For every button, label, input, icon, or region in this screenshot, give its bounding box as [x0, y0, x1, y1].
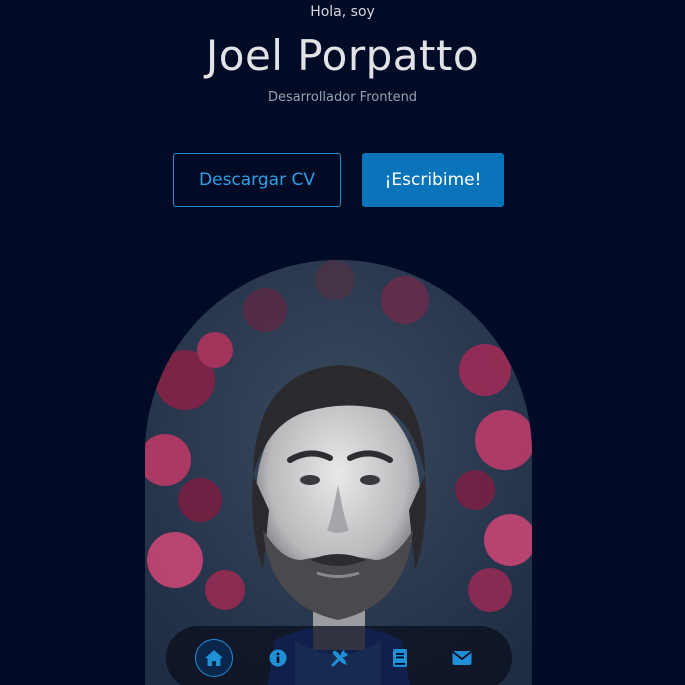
nav-about[interactable] — [259, 639, 297, 677]
home-icon — [204, 649, 224, 667]
book-icon — [392, 648, 408, 668]
tools-icon — [330, 648, 350, 668]
nav-home[interactable] — [195, 639, 233, 677]
nav-skills[interactable] — [321, 639, 359, 677]
nav-portfolio[interactable] — [381, 639, 419, 677]
greeting-text: Hola, soy — [310, 4, 375, 20]
download-cv-button[interactable]: Descargar CV — [173, 153, 341, 207]
contact-button[interactable]: ¡Escribime! — [362, 153, 504, 207]
info-icon — [269, 649, 287, 667]
hero-name: Joel Porpatto — [205, 31, 480, 80]
hero-role: Desarrollador Frontend — [267, 90, 418, 105]
profile-photo — [145, 260, 532, 685]
envelope-icon — [452, 650, 472, 666]
bottom-nav — [166, 626, 512, 685]
nav-contact[interactable] — [443, 639, 481, 677]
hero-section: Hola, soy Joel Porpatto Desarrollador Fr… — [0, 0, 685, 685]
